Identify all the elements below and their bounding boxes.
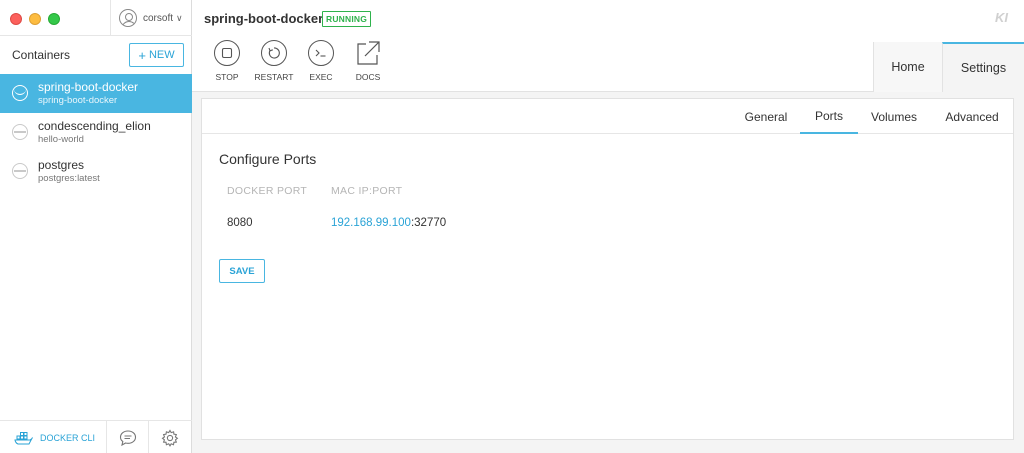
subtab-general[interactable]: General bbox=[735, 99, 797, 134]
exec-label: EXEC bbox=[309, 72, 333, 82]
gear-icon bbox=[161, 428, 179, 447]
tab-home[interactable]: Home bbox=[873, 42, 942, 92]
container-image: hello-world bbox=[38, 134, 84, 145]
terminal-icon bbox=[308, 40, 334, 66]
minimize-window-button[interactable] bbox=[29, 13, 41, 25]
feedback-button[interactable] bbox=[107, 421, 149, 453]
main-area: spring-boot-docker RUNNING KI STOP RESTA… bbox=[192, 0, 1024, 453]
subtab-volumes[interactable]: Volumes bbox=[863, 99, 925, 134]
subtab-ports[interactable]: Ports bbox=[800, 99, 858, 134]
docs-button[interactable]: DOCS bbox=[345, 40, 391, 82]
status-badge: RUNNING bbox=[322, 11, 372, 27]
user-menu[interactable]: corsoft ∨ bbox=[119, 9, 183, 27]
container-title: spring-boot-docker bbox=[204, 11, 324, 26]
kitematic-logo: KI bbox=[995, 10, 1008, 25]
container-name: postgres bbox=[38, 158, 85, 172]
docker-port-value: 8080 bbox=[227, 217, 253, 229]
container-name: spring-boot-docker bbox=[38, 80, 139, 94]
containers-header: Containers + NEW bbox=[0, 36, 192, 74]
ip-address-link[interactable]: 192.168.99.100 bbox=[331, 217, 411, 229]
chevron-down-icon: ∨ bbox=[176, 12, 183, 23]
new-container-button[interactable]: + NEW bbox=[129, 43, 184, 67]
containers-title: Containers bbox=[12, 48, 71, 62]
stop-icon bbox=[214, 40, 240, 66]
restart-icon bbox=[261, 40, 287, 66]
container-list: spring-boot-docker spring-boot-docker co… bbox=[0, 74, 192, 191]
container-item[interactable]: spring-boot-docker spring-boot-docker bbox=[0, 74, 192, 113]
mac-ip-port-value: 192.168.99.100:32770 bbox=[331, 217, 446, 229]
zoom-window-button[interactable] bbox=[48, 13, 60, 25]
preferences-button[interactable] bbox=[149, 421, 191, 453]
sidebar: corsoft ∨ Containers + NEW spring-boot-d… bbox=[0, 0, 192, 453]
container-item[interactable]: condescending_elion hello-world bbox=[0, 113, 192, 152]
settings-subtabs: General Ports Volumes Advanced bbox=[202, 99, 1013, 134]
docker-cli-button[interactable]: DOCKER CLI bbox=[0, 421, 107, 453]
docker-port-header: DOCKER PORT bbox=[227, 185, 308, 197]
restart-label: RESTART bbox=[254, 72, 294, 82]
container-stopped-icon bbox=[12, 163, 28, 179]
container-running-icon bbox=[12, 85, 28, 101]
restart-button[interactable]: RESTART bbox=[251, 40, 297, 82]
tab-settings[interactable]: Settings bbox=[942, 42, 1024, 92]
stop-button[interactable]: STOP bbox=[204, 40, 250, 82]
container-actions: STOP RESTART EXEC DOCS bbox=[204, 40, 392, 82]
user-avatar-icon bbox=[119, 9, 137, 27]
container-stopped-icon bbox=[12, 124, 28, 140]
new-button-label: NEW bbox=[148, 49, 175, 61]
container-name: condescending_elion bbox=[38, 119, 151, 133]
container-image: spring-boot-docker bbox=[38, 95, 118, 106]
container-header: spring-boot-docker RUNNING KI STOP RESTA… bbox=[192, 0, 1024, 92]
chat-bubble-icon bbox=[119, 429, 136, 446]
mac-ip-port-header: MAC IP:PORT bbox=[331, 185, 403, 197]
container-image: postgres:latest bbox=[38, 173, 100, 184]
sidebar-footer: DOCKER CLI bbox=[0, 420, 192, 453]
save-button[interactable]: SAVE bbox=[219, 259, 265, 283]
docker-cli-label: DOCKER CLI bbox=[40, 432, 96, 443]
configure-ports-title: Configure Ports bbox=[219, 151, 317, 167]
window-titlebar: corsoft ∨ bbox=[0, 0, 192, 36]
main-tabs: Home Settings bbox=[873, 42, 1024, 92]
settings-panel: General Ports Volumes Advanced Configure… bbox=[201, 98, 1014, 440]
user-name: corsoft bbox=[143, 12, 174, 24]
external-link-icon bbox=[355, 40, 381, 66]
container-item[interactable]: postgres postgres:latest bbox=[0, 152, 192, 191]
subtab-advanced[interactable]: Advanced bbox=[937, 99, 1007, 134]
docker-whale-icon bbox=[14, 431, 33, 444]
host-port: :32770 bbox=[410, 217, 447, 229]
plus-icon: + bbox=[138, 47, 146, 63]
titlebar-divider bbox=[110, 0, 111, 36]
close-window-button[interactable] bbox=[10, 13, 22, 25]
stop-label: STOP bbox=[215, 72, 239, 82]
docs-label: DOCS bbox=[355, 72, 381, 82]
exec-button[interactable]: EXEC bbox=[298, 40, 344, 82]
